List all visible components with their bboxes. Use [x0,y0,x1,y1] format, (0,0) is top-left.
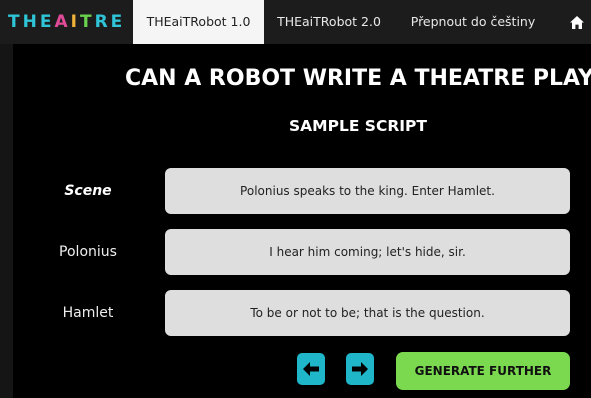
section-subtitle: SAMPLE SCRIPT [289,117,427,135]
logo-letter: T [8,12,23,32]
top-nav: THEAITRE THEaiTRobot 1.0 THEaiTRobot 2.0… [0,0,591,44]
main-panel [13,44,591,398]
page-title: CAN A ROBOT WRITE A THEATRE PLAY? [125,66,591,91]
arrow-left-icon [303,362,319,376]
logo-letter: E [39,12,55,32]
logo-letter: A [54,12,71,32]
script-line-polonius[interactable]: I hear him coming; let's hide, sir. [165,229,570,275]
tab-theaitrobot-2[interactable]: THEaiTRobot 2.0 [264,0,394,44]
logo-letter: H [22,12,40,32]
home-icon [570,15,584,29]
generate-further-button[interactable]: GENERATE FURTHER [396,352,570,390]
next-button[interactable] [346,353,374,385]
script-line-hamlet[interactable]: To be or not to be; that is the question… [165,290,570,336]
tab-switch-czech[interactable]: Přepnout do češtiny [394,0,552,44]
speaker-hamlet: Hamlet [62,305,114,321]
logo-letter: R [94,12,111,32]
speaker-scene: Scene [64,183,112,199]
home-button[interactable] [563,0,591,44]
logo-letter: E [110,12,126,32]
tab-theaitrobot-1[interactable]: THEaiTRobot 1.0 [133,0,264,44]
logo-letter: T [79,12,95,32]
theaitre-logo[interactable]: THEAITRE [8,12,125,32]
arrow-right-icon [352,362,368,376]
previous-button[interactable] [297,353,325,385]
logo-letter: I [70,12,80,32]
speaker-polonius: Polonius [59,244,117,260]
script-line-scene[interactable]: Polonius speaks to the king. Enter Hamle… [165,168,570,214]
